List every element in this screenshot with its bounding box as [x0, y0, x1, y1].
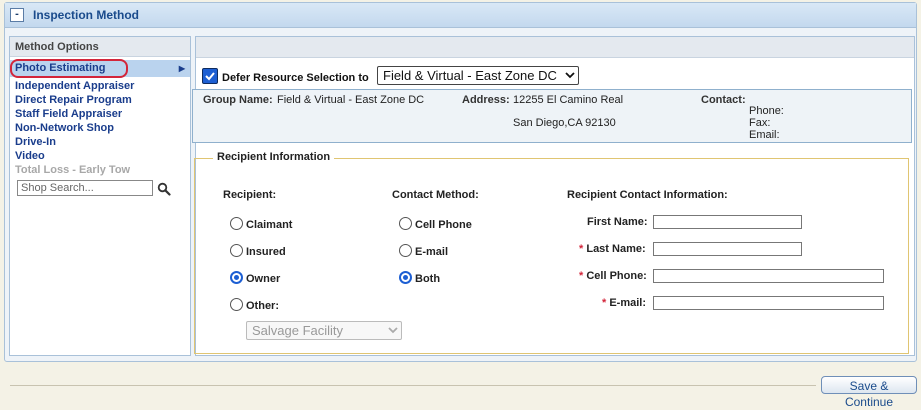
email-input[interactable]	[653, 296, 884, 310]
cell-phone-label-text: Cell Phone:	[586, 270, 647, 282]
radio-email[interactable]	[399, 244, 412, 257]
other-recipient-select: Salvage Facility	[246, 321, 402, 340]
shop-search-input[interactable]	[17, 180, 153, 196]
selection-highlight-ring	[10, 59, 128, 78]
method-options-panel: Method Options Photo Estimating ▶ Indepe…	[9, 36, 191, 356]
required-mark: *	[579, 270, 584, 282]
last-name-label: * Last Name:	[579, 243, 646, 255]
method-item-photo-estimating[interactable]: Photo Estimating ▶	[10, 59, 190, 78]
method-options-heading: Method Options	[10, 37, 190, 57]
method-item-non-network-shop[interactable]: Non-Network Shop	[10, 121, 190, 135]
address-label: Address:	[462, 94, 510, 106]
radio-other[interactable]	[230, 298, 243, 311]
recipient-heading: Recipient:	[223, 189, 277, 201]
first-name-input[interactable]	[653, 215, 802, 229]
radio-owner[interactable]	[230, 271, 243, 284]
chevron-down-icon	[388, 327, 398, 334]
radio-claimant[interactable]	[230, 217, 243, 230]
details-header-strip	[196, 37, 914, 58]
inspection-method-panel: - Inspection Method Method Options Photo…	[4, 2, 917, 362]
resource-select[interactable]: Field & Virtual - East Zone DC	[377, 66, 579, 85]
footer-divider	[10, 385, 816, 386]
panel-title: Inspection Method	[33, 8, 139, 22]
save-and-continue-button[interactable]: Save & Continue	[821, 376, 917, 409]
defer-resource-checkbox[interactable]	[202, 68, 218, 84]
other-recipient-select-value: Salvage Facility	[252, 323, 344, 338]
caret-right-icon: ▶	[178, 64, 185, 73]
radio-claimant-label: Claimant	[246, 219, 293, 231]
radio-both-label: Both	[415, 273, 441, 285]
last-name-input[interactable]	[653, 242, 802, 256]
recipient-contact-info-heading: Recipient Contact Information:	[567, 189, 728, 201]
cell-phone-input[interactable]	[653, 269, 884, 283]
radio-insured-label: Insured	[246, 246, 286, 258]
contact-method-heading: Contact Method:	[392, 189, 479, 201]
radio-other-label: Other:	[246, 300, 279, 312]
fax-label: Fax:	[749, 117, 771, 129]
cell-phone-label: * Cell Phone:	[579, 270, 647, 282]
defer-resource-label: Defer Resource Selection to	[222, 72, 369, 84]
email-label: Email:	[749, 129, 780, 141]
group-name-value: Field & Virtual - East Zone DC	[277, 94, 425, 106]
last-name-label-text: Last Name:	[586, 243, 646, 255]
group-name-label: Group Name:	[203, 94, 273, 106]
method-item-independent-appraiser[interactable]: Independent Appraiser	[10, 79, 190, 93]
radio-owner-label: Owner	[246, 273, 281, 285]
address-line1: 12255 El Camino Real	[513, 94, 624, 106]
required-mark: *	[602, 297, 607, 309]
method-item-direct-repair-program[interactable]: Direct Repair Program	[10, 93, 190, 107]
group-info-box: Group Name: Field & Virtual - East Zone …	[192, 89, 912, 143]
email-field-label-text: E-mail:	[609, 297, 647, 309]
panel-header: - Inspection Method	[5, 3, 916, 28]
radio-insured[interactable]	[230, 244, 243, 257]
resource-select-value: Field & Virtual - East Zone DC	[383, 68, 557, 83]
radio-both[interactable]	[399, 271, 412, 284]
search-icon[interactable]	[157, 182, 171, 196]
collapse-button[interactable]: -	[10, 8, 24, 22]
phone-label: Phone:	[749, 105, 784, 117]
required-mark: *	[579, 243, 584, 255]
radio-cell-phone-label: Cell Phone	[415, 219, 472, 231]
chevron-down-icon	[565, 72, 575, 79]
method-item-drive-in[interactable]: Drive-In	[10, 135, 190, 149]
recipient-information-legend: Recipient Information	[213, 151, 335, 163]
address-line2: San Diego,CA 92130	[513, 117, 616, 129]
first-name-label: First Name:	[587, 216, 648, 228]
method-item-total-loss-early-tow: Total Loss - Early Tow	[15, 164, 131, 176]
email-field-label: * E-mail:	[602, 297, 646, 309]
radio-email-label: E-mail	[415, 246, 449, 258]
method-item-staff-field-appraiser[interactable]: Staff Field Appraiser	[10, 107, 190, 121]
checkmark-icon	[205, 72, 215, 81]
radio-cell-phone[interactable]	[399, 217, 412, 230]
contact-label: Contact:	[701, 94, 746, 106]
recipient-information-fieldset: Recipient Information Recipient: Contact…	[194, 151, 909, 354]
shop-search-row	[10, 177, 190, 199]
method-item-video[interactable]: Video	[10, 149, 190, 163]
